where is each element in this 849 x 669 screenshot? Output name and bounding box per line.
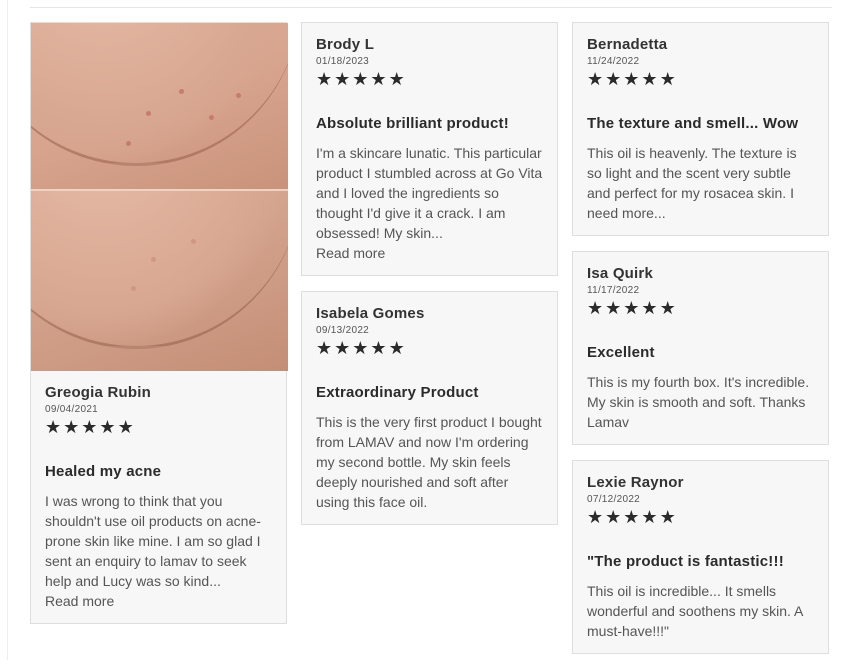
reviewer-name: Bernadetta	[587, 36, 668, 53]
star-icon: ★	[388, 69, 405, 90]
reviews-column-3: Bernadetta 11/24/2022 ★ ★ ★ ★ ★ The texture …	[572, 22, 829, 669]
photo-after	[31, 191, 288, 371]
review-title: Excellent	[587, 344, 655, 361]
reviewer-name: Isabela Gomes	[316, 305, 425, 322]
star-rating: ★ ★ ★ ★ ★	[316, 340, 543, 358]
review-card-bernadetta: Bernadetta 11/24/2022 ★ ★ ★ ★ ★ The texture …	[572, 22, 829, 236]
star-icon: ★	[641, 69, 658, 90]
star-rating: ★ ★ ★ ★ ★	[45, 419, 272, 437]
review-title: Healed my acne	[45, 463, 162, 480]
review-text-body: I'm a skincare lunatic. This particular …	[316, 145, 543, 241]
star-icon: ★	[623, 69, 640, 90]
reviewer-name: Isa Quirk	[587, 265, 653, 282]
review-date: 01/18/2023	[316, 56, 370, 67]
review-text: This is my fourth box. It's incredible. …	[587, 374, 810, 430]
star-icon: ★	[370, 338, 387, 359]
star-icon: ★	[641, 298, 658, 319]
photo-before	[31, 23, 288, 189]
review-text: This oil is heavenly. The texture is so …	[587, 145, 797, 221]
review-card-brody-l: Brody L 01/18/2023 ★ ★ ★ ★ ★ Absolute brilli…	[301, 22, 558, 276]
review-date: 09/13/2022	[316, 325, 370, 336]
star-icon: ★	[659, 69, 676, 90]
review-title: The texture and smell... Wow	[587, 115, 799, 132]
review-title: Extraordinary Product	[316, 384, 479, 401]
review-text: I'm a skincare lunatic. This particular …	[316, 143, 543, 263]
star-icon: ★	[659, 298, 676, 319]
star-icon: ★	[81, 417, 98, 438]
review-text: I was wrong to think that you shouldn't …	[45, 491, 272, 611]
reviewer-name: Brody L	[316, 36, 375, 53]
review-title: Absolute brilliant product!	[316, 115, 509, 132]
star-icon: ★	[63, 417, 80, 438]
star-icon: ★	[587, 69, 604, 90]
review-date: 09/04/2021	[45, 404, 99, 415]
review-text: This is the very first product I bought …	[316, 414, 542, 510]
review-card-isabela-gomes: Isabela Gomes 09/13/2022 ★ ★ ★ ★ ★ Extraordi…	[301, 291, 558, 525]
star-icon: ★	[316, 338, 333, 359]
review-date: 07/12/2022	[587, 494, 641, 505]
star-icon: ★	[605, 507, 622, 528]
star-icon: ★	[45, 417, 62, 438]
star-icon: ★	[316, 69, 333, 90]
star-icon: ★	[605, 298, 622, 319]
review-date: 11/17/2022	[587, 285, 640, 296]
star-icon: ★	[623, 507, 640, 528]
reviews-column-2: Brody L 01/18/2023 ★ ★ ★ ★ ★ Absolute brilli…	[301, 22, 558, 540]
star-icon: ★	[641, 507, 658, 528]
star-icon: ★	[99, 417, 116, 438]
star-icon: ★	[370, 69, 387, 90]
section-divider	[30, 7, 832, 8]
star-icon: ★	[352, 69, 369, 90]
star-rating: ★ ★ ★ ★ ★	[587, 300, 814, 318]
star-icon: ★	[334, 338, 351, 359]
star-icon: ★	[334, 69, 351, 90]
star-rating: ★ ★ ★ ★ ★	[587, 509, 814, 527]
star-rating: ★ ★ ★ ★ ★	[316, 71, 543, 89]
star-icon: ★	[605, 69, 622, 90]
star-icon: ★	[352, 338, 369, 359]
review-title: "The product is fantastic!!!	[587, 553, 784, 570]
review-card-greogia-rubin: Greogia Rubin 09/04/2021 ★ ★ ★ ★ ★ Healed my…	[30, 22, 288, 624]
review-card-lexie-raynor: Lexie Raynor 07/12/2022 ★ ★ ★ ★ ★ "The produ…	[572, 460, 829, 654]
review-text-body: I was wrong to think that you shouldn't …	[45, 493, 261, 589]
star-icon: ★	[587, 298, 604, 319]
review-card-isa-quirk: Isa Quirk 11/17/2022 ★ ★ ★ ★ ★ Excellent Thi…	[572, 251, 829, 445]
reviewer-name: Lexie Raynor	[587, 474, 684, 491]
star-icon: ★	[587, 507, 604, 528]
star-icon: ★	[388, 338, 405, 359]
star-icon: ★	[117, 417, 134, 438]
review-date: 11/24/2022	[587, 56, 640, 67]
read-more-link[interactable]: Read more	[45, 591, 272, 611]
reviewer-name: Greogia Rubin	[45, 384, 151, 401]
reviews-column-1: Greogia Rubin 09/04/2021 ★ ★ ★ ★ ★ Healed my…	[30, 22, 288, 639]
read-more-link[interactable]: Read more	[316, 243, 543, 263]
review-photo[interactable]	[31, 23, 288, 371]
star-icon: ★	[659, 507, 676, 528]
page-left-border	[7, 0, 8, 660]
review-text: This oil is incredible... It smells wond…	[587, 583, 803, 639]
star-icon: ★	[623, 298, 640, 319]
star-rating: ★ ★ ★ ★ ★	[587, 71, 814, 89]
